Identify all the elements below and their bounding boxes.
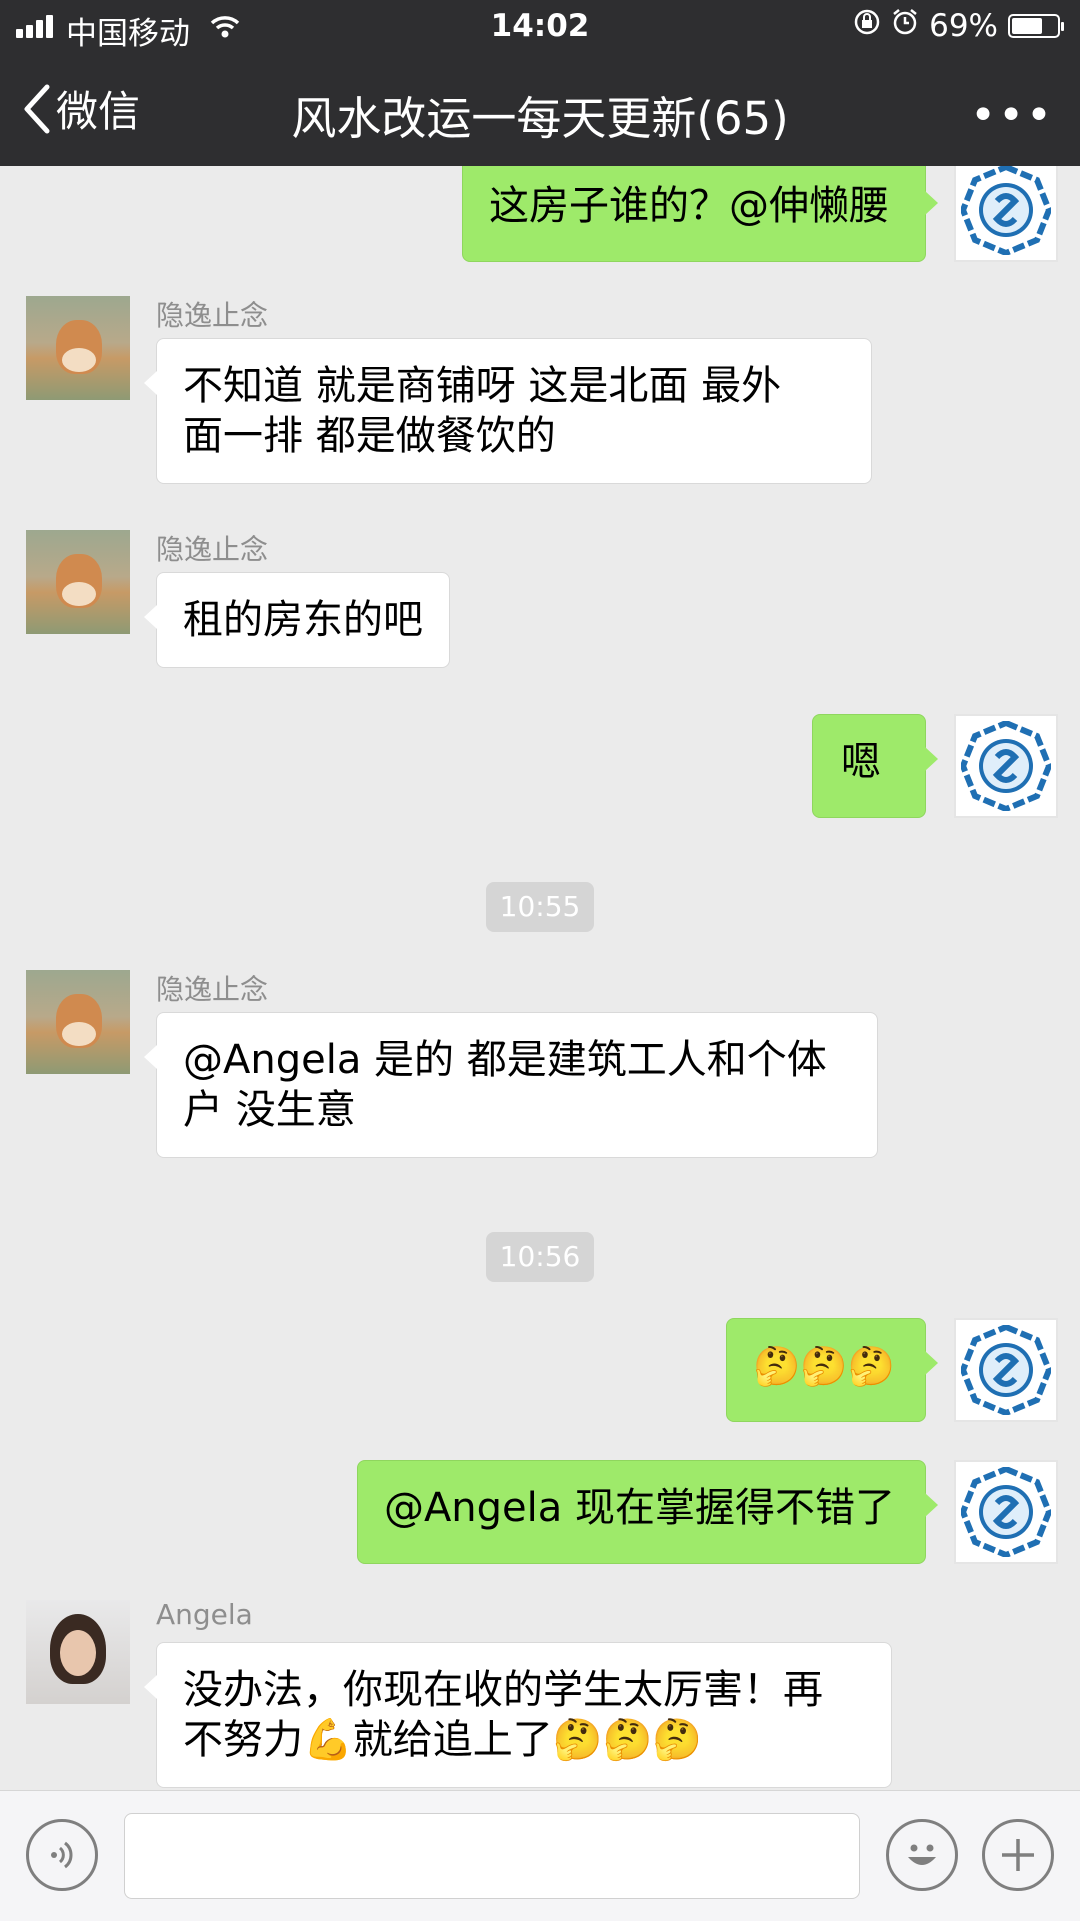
timestamp-divider: 10:56	[486, 1232, 594, 1282]
sender-name: Angela	[156, 1598, 253, 1631]
sender-name: 隐逸止念	[156, 533, 269, 566]
status-right: 69%	[853, 8, 1064, 44]
message-bubble-out[interactable]: 嗯	[812, 714, 938, 818]
nav-bar: 微信 风水改运一每天更新(65) •••	[0, 56, 1080, 166]
sender-avatar[interactable]	[26, 530, 130, 634]
message-bubble-out[interactable]: 🤔🤔🤔	[726, 1318, 938, 1422]
message-bubble-out[interactable]: @Angela 现在掌握得不错了	[356, 1460, 939, 1564]
alarm-icon	[891, 8, 919, 44]
message-text: 这房子谁的？@伸懒腰	[489, 183, 889, 229]
message-text: 嗯	[841, 739, 881, 785]
my-avatar[interactable]	[954, 166, 1058, 262]
timestamp-divider: 10:55	[486, 882, 594, 932]
bagua-logo-icon	[961, 1325, 1051, 1415]
voice-button[interactable]	[26, 1819, 98, 1891]
message-line: @Angela 是的 都是建筑工人和个体	[183, 1037, 827, 1083]
sender-avatar[interactable]	[26, 1600, 130, 1704]
message-text: @Angela 现在掌握得不错了	[383, 1485, 895, 1531]
message-line: 户 没生意	[183, 1087, 356, 1133]
message-bubble-in[interactable]: 没办法，你现在收的学生太厉害！再 不努力💪就给追上了🤔🤔🤔	[144, 1642, 892, 1788]
message-line: 不努力💪就给追上了🤔🤔🤔	[183, 1717, 703, 1763]
input-bar	[0, 1790, 1080, 1921]
chat-title: 风水改运一每天更新(65)	[291, 92, 789, 145]
message-line: 不知道 就是商铺呀 这是北面 最外	[183, 363, 782, 409]
message-bubble-in[interactable]: 租的房东的吧	[144, 572, 450, 668]
my-avatar[interactable]	[954, 1318, 1058, 1422]
my-avatar[interactable]	[954, 714, 1058, 818]
emoji-button[interactable]	[886, 1819, 958, 1891]
plus-button[interactable]	[982, 1819, 1054, 1891]
bagua-logo-icon	[961, 721, 1051, 811]
message-line: 没办法，你现在收的学生太厉害！再	[183, 1667, 823, 1713]
voice-icon	[51, 1841, 73, 1869]
plus-icon	[1002, 1839, 1034, 1871]
battery-icon	[1008, 14, 1064, 38]
message-input[interactable]	[124, 1813, 860, 1899]
message-bubble-out[interactable]: 这房子谁的？@伸懒腰	[462, 166, 938, 262]
message-line: 面一排 都是做餐饮的	[183, 413, 556, 459]
more-button[interactable]: •••	[970, 90, 1054, 141]
message-bubble-in[interactable]: 不知道 就是商铺呀 这是北面 最外 面一排 都是做餐饮的	[144, 338, 872, 484]
message-list[interactable]: 这房子谁的？@伸懒腰 隐逸止念 不知道 就是商铺呀 这是北面 最外 面一排 都是…	[0, 166, 1080, 1790]
sender-name: 隐逸止念	[156, 299, 269, 332]
sender-avatar[interactable]	[26, 970, 130, 1074]
message-bubble-in[interactable]: @Angela 是的 都是建筑工人和个体 户 没生意	[144, 1012, 878, 1158]
top-bar: 中国移动 14:02 69% 微信 风水改运一每天更新(65) •••	[0, 0, 1080, 166]
sender-avatar[interactable]	[26, 296, 130, 400]
battery-percent: 69%	[929, 8, 998, 44]
bagua-logo-icon	[961, 166, 1051, 255]
bagua-logo-icon	[961, 1467, 1051, 1557]
sender-name: 隐逸止念	[156, 973, 269, 1006]
message-text: 🤔🤔🤔	[753, 1344, 895, 1388]
orientation-lock-icon	[853, 8, 881, 44]
status-bar: 中国移动 14:02 69%	[0, 0, 1080, 56]
my-avatar[interactable]	[954, 1460, 1058, 1564]
emoji-icon	[908, 1844, 936, 1865]
message-text: 租的房东的吧	[183, 597, 423, 643]
